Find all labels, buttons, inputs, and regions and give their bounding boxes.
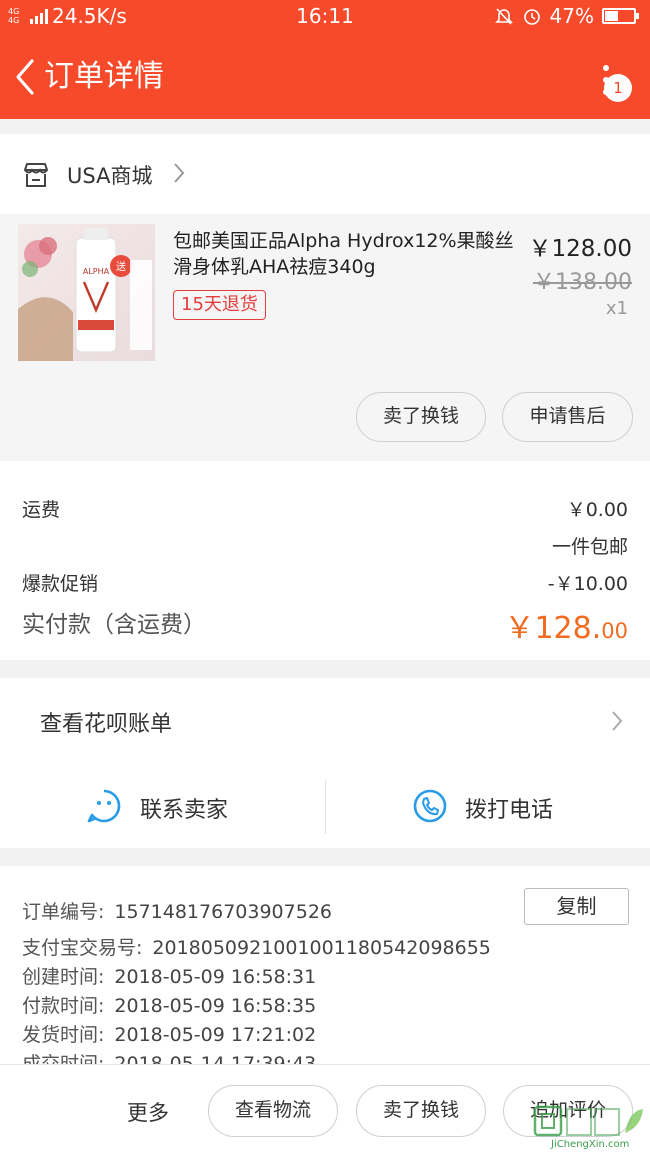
alipay-trade-value: 2018050921001001180542098655 [152, 937, 491, 959]
huabei-bill-row[interactable]: 查看花呗账单 [0, 678, 650, 766]
product-image[interactable]: ALPHA 送 [18, 224, 155, 361]
order-number-value: 157148176703907526 [114, 901, 332, 923]
paid-amount: ￥128.00 [504, 603, 628, 647]
product-quantity: x1 [605, 298, 628, 319]
shipping-value: ￥0.00 [566, 499, 628, 521]
copy-order-number-button[interactable]: 复制 [524, 888, 629, 925]
created-time-key: 创建时间: [22, 966, 105, 988]
mute-bell-icon [494, 8, 513, 25]
paid-time-value: 2018-05-09 16:58:35 [114, 995, 317, 1017]
promo-value: -￥10.00 [547, 573, 628, 595]
order-number-key: 订单编号: [22, 901, 105, 923]
contact-row: 联系卖家 拨打电话 [0, 766, 650, 848]
notification-badge: 1 [604, 74, 632, 102]
shipped-time-value: 2018-05-09 17:21:02 [114, 1024, 317, 1046]
back-arrow-icon[interactable] [12, 57, 42, 97]
shipping-note: 一件包邮 [551, 536, 628, 558]
chevron-right-icon [174, 163, 185, 183]
order-info: 订单编号: 157148176703907526 复制 支付宝交易号: 201805… [0, 866, 650, 1066]
sell-for-cash-bottom-button[interactable]: 卖了换钱 [356, 1085, 486, 1137]
alarm-icon [523, 9, 540, 25]
order-number-row: 订单编号: 157148176703907526 [22, 897, 332, 924]
product-price: ￥128.00 [528, 236, 632, 262]
chevron-right-icon [612, 711, 623, 731]
huabei-bill-label: 查看花呗账单 [40, 712, 173, 737]
alipay-trade-key: 支付宝交易号: [22, 937, 143, 959]
more-button[interactable]: 更多 [127, 1097, 169, 1127]
shipping-label: 运费 [22, 499, 61, 521]
shipped-time-row: 发货时间: 2018-05-09 17:21:02 [22, 1020, 316, 1047]
contact-seller-button[interactable]: 联系卖家 [0, 766, 325, 848]
apply-after-sale-button[interactable]: 申请售后 [502, 392, 633, 442]
contact-seller-label: 联系卖家 [140, 798, 229, 823]
created-time-row: 创建时间: 2018-05-09 16:58:31 [22, 962, 316, 989]
status-right: 47% [494, 4, 639, 28]
paid-time-row: 付款时间: 2018-05-09 16:58:35 [22, 991, 316, 1018]
paid-label: 实付款（含运费） [22, 612, 206, 638]
shipped-time-key: 发货时间: [22, 1024, 105, 1046]
paid-amount-main: ￥128. [504, 611, 602, 646]
status-bar: 4G 4G 24.5K/s 16:11 47% [0, 0, 650, 33]
alipay-trade-row: 支付宝交易号: 2018050921001001180542098655 [22, 933, 491, 960]
store-icon [24, 163, 48, 187]
bottle-brand-text: ALPHA [83, 267, 110, 276]
promo-label: 爆款促销 [22, 573, 99, 595]
watermark-logo [533, 1105, 643, 1137]
created-time-value: 2018-05-09 16:58:31 [114, 966, 317, 988]
product-title[interactable]: 包邮美国正品Alpha Hydrox12%果酸丝滑身体乳AHA祛痘340g [173, 228, 525, 280]
sell-for-cash-button[interactable]: 卖了换钱 [356, 392, 486, 442]
phone-icon [413, 789, 447, 823]
view-logistics-button[interactable]: 查看物流 [208, 1085, 338, 1137]
paid-time-key: 付款时间: [22, 995, 105, 1017]
call-phone-label: 拨打电话 [465, 798, 554, 823]
product-original-price: ￥138.00 [533, 270, 632, 295]
product-card: ALPHA 送 包邮美国正品Alpha Hydrox12%果酸丝滑身体乳AHA祛… [0, 214, 650, 461]
site-watermark: JiChengXin.com [533, 1103, 648, 1155]
page-title: 订单详情 [44, 59, 164, 94]
chat-icon [87, 789, 121, 823]
paid-amount-cents: 00 [601, 619, 628, 643]
store-row[interactable]: USA商城 [0, 134, 650, 214]
gift-badge-text: 送 [116, 260, 126, 273]
watermark-site-text: JiChengXin.com [551, 1139, 630, 1150]
return-policy-tag: 15天退货 [173, 290, 266, 320]
app-header: 订单详情 1 [0, 33, 650, 119]
call-phone-button[interactable]: 拨打电话 [325, 766, 650, 848]
battery-icon [602, 8, 639, 24]
store-name: USA商城 [67, 164, 153, 188]
battery-percent: 47% [549, 4, 594, 28]
fee-summary: 运费 ￥0.00 一件包邮 爆款促销 -￥10.00 实付款（含运费） ￥128… [0, 461, 650, 660]
